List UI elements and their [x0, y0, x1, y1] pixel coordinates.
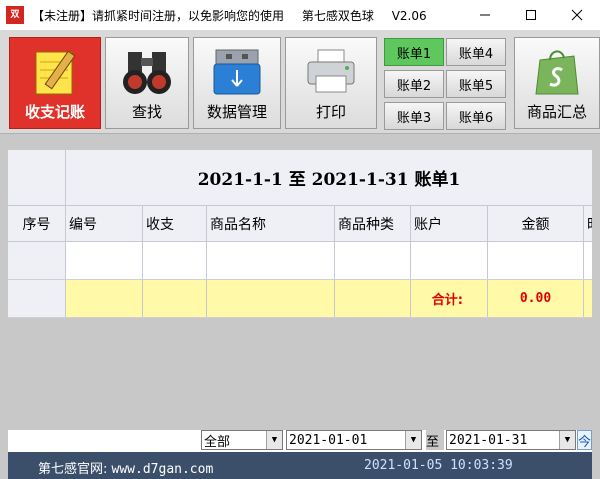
total-value-cell: 0.00 [488, 280, 584, 317]
chevron-down-icon[interactable]: ▼ [266, 431, 282, 449]
table-cell [207, 280, 335, 317]
table-header: 序号 编号 收支 商品名称 商品种类 账户 金额 时 [8, 206, 592, 242]
col-header-type[interactable]: 收支 [143, 206, 207, 241]
minimize-button[interactable] [462, 0, 508, 30]
table-cell[interactable] [66, 242, 143, 279]
title-version: V2.06 [391, 8, 427, 23]
toolbar: 收支记账 查找 数据管理 打印 账单1 账单4 账单2 账单5 账单3 账单6 … [0, 30, 600, 134]
account-1-button[interactable]: 账单1 [384, 38, 444, 66]
report-title: 2021-1-1 至 2021-1-31 账单1 [66, 150, 592, 206]
col-header-category[interactable]: 商品种类 [335, 206, 411, 241]
table-corner [8, 150, 66, 206]
title-registration-notice: 【未注册】请抓紧时间注册，以免影响您的使用 [32, 8, 285, 23]
website-link[interactable]: www.d7gan.com [112, 462, 214, 477]
date-to-value: 2021-01-31 [449, 432, 528, 448]
product-summary-button[interactable]: 商品汇总 [514, 37, 600, 129]
table-cell[interactable] [488, 242, 584, 279]
bookkeeping-label: 收支记账 [24, 103, 85, 121]
account-6-button[interactable]: 账单6 [446, 102, 506, 130]
date-from-picker[interactable]: 2021-01-01 ▼ [286, 430, 422, 450]
table-cell[interactable] [143, 242, 207, 279]
data-management-label: 数据管理 [206, 103, 267, 121]
shopify-bag-icon [535, 50, 579, 95]
status-datetime: 2021-01-05 10:03:39 [364, 458, 513, 473]
today-button[interactable]: 今 [577, 430, 592, 450]
col-header-time[interactable]: 时 [584, 206, 592, 241]
type-filter-value: 全部 [204, 434, 231, 450]
table-row[interactable] [8, 242, 592, 280]
window-title: 【未注册】请抓紧时间注册，以免影响您的使用 第七感双色球 V2.06 [32, 7, 427, 24]
table-cell [335, 280, 411, 317]
product-summary-label: 商品汇总 [526, 103, 587, 121]
print-label: 打印 [315, 103, 346, 121]
maximize-button[interactable] [508, 0, 554, 30]
total-row: 合计: 0.00 [8, 280, 592, 318]
print-button[interactable]: 打印 [285, 37, 377, 129]
col-header-seq[interactable]: 序号 [8, 206, 66, 241]
binoculars-icon [123, 52, 171, 94]
left-gutter [0, 134, 8, 479]
printer-icon [307, 49, 355, 93]
col-header-product-name[interactable]: 商品名称 [207, 206, 335, 241]
top-gutter [8, 134, 592, 150]
table-cell[interactable] [207, 242, 335, 279]
type-filter-select[interactable]: 全部 ▼ [201, 430, 283, 450]
table-cell [66, 280, 143, 317]
date-to-picker[interactable]: 2021-01-31 ▼ [446, 430, 576, 450]
account-2-button[interactable]: 账单2 [384, 70, 444, 98]
report-table: 2021-1-1 至 2021-1-31 账单1 序号 编号 收支 商品名称 商… [8, 150, 592, 318]
row-header[interactable] [8, 242, 66, 279]
status-bar: 第七感官网: www.d7gan.com 2021-01-05 10:03:39 [8, 452, 592, 479]
chevron-down-icon[interactable]: ▼ [559, 431, 575, 449]
website-label: 第七感官网: [38, 462, 108, 477]
title-bar: 双 【未注册】请抓紧时间注册，以免影响您的使用 第七感双色球 V2.06 [0, 0, 600, 30]
date-from-value: 2021-01-01 [289, 432, 368, 448]
data-management-button[interactable]: 数据管理 [193, 37, 281, 129]
notepad-pencil-icon [35, 50, 76, 95]
account-selector: 账单1 账单4 账单2 账单5 账单3 账单6 [384, 38, 508, 130]
maximize-icon [526, 10, 536, 20]
col-header-code[interactable]: 编号 [66, 206, 143, 241]
search-button[interactable]: 查找 [105, 37, 189, 129]
close-icon [571, 9, 583, 21]
search-label: 查找 [131, 103, 162, 121]
account-3-button[interactable]: 账单3 [384, 102, 444, 130]
table-cell[interactable] [335, 242, 411, 279]
table-cell[interactable] [411, 242, 488, 279]
minimize-icon [480, 14, 490, 16]
account-4-button[interactable]: 账单4 [446, 38, 506, 66]
empty-area [8, 318, 592, 430]
total-value: 0.00 [519, 291, 552, 306]
title-app-name: 第七感双色球 [301, 8, 374, 23]
row-header[interactable] [8, 280, 66, 317]
app-icon: 双 [6, 6, 24, 24]
close-button[interactable] [554, 0, 600, 30]
col-header-amount[interactable]: 金额 [488, 206, 584, 241]
table-cell [143, 280, 207, 317]
right-gutter [592, 134, 600, 479]
total-label-cell: 合计: [411, 280, 488, 317]
date-range-separator: 至 [426, 430, 444, 450]
usb-drive-icon [213, 49, 261, 95]
total-label: 合计: [431, 293, 463, 308]
chevron-down-icon[interactable]: ▼ [405, 431, 421, 449]
window-controls [462, 0, 600, 30]
bookkeeping-button[interactable]: 收支记账 [9, 37, 101, 129]
col-header-account[interactable]: 账户 [411, 206, 488, 241]
account-5-button[interactable]: 账单5 [446, 70, 506, 98]
website-info: 第七感官网: www.d7gan.com [38, 458, 213, 477]
